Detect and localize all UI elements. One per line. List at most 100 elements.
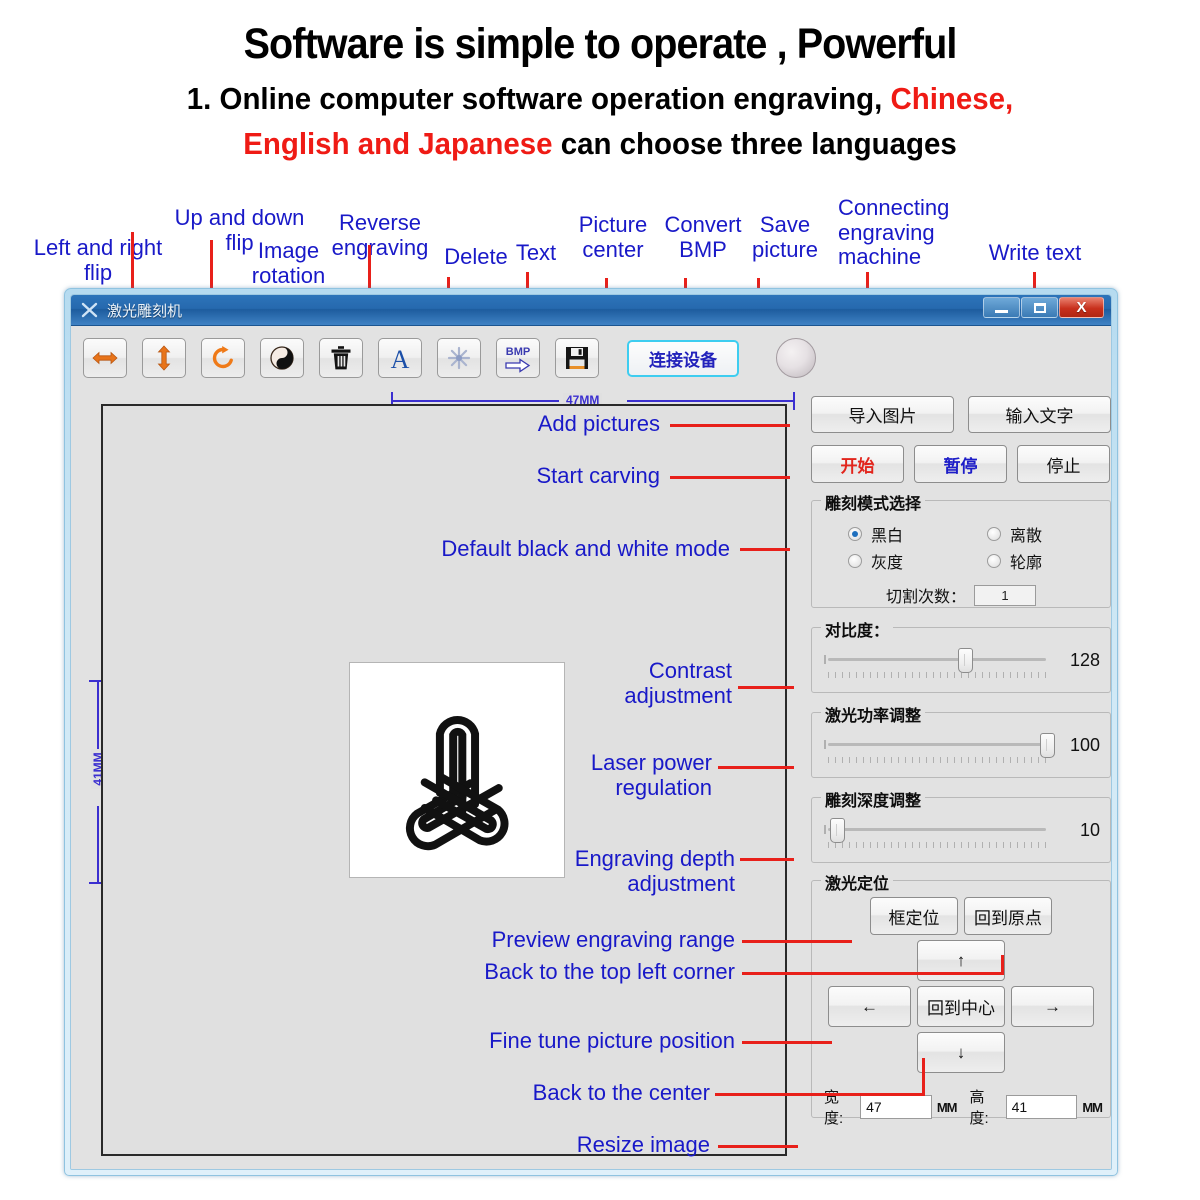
app-logo-icon bbox=[80, 300, 100, 320]
move-down-button[interactable]: ↓ bbox=[917, 1032, 1005, 1073]
subtitle-red-2: English and Japanese bbox=[243, 126, 553, 162]
laser-power-track[interactable] bbox=[824, 740, 1046, 749]
move-left-button[interactable]: ← bbox=[828, 986, 911, 1027]
convert-bmp-button[interactable]: BMP bbox=[496, 338, 540, 378]
annotation-text: Text bbox=[515, 240, 557, 265]
pointer-line-back-center bbox=[715, 1093, 925, 1096]
mode-radio-row-2: 灰度 轮廓 bbox=[822, 549, 1100, 573]
dpad-row-down: ↓ bbox=[820, 1032, 1102, 1073]
pointer-line-add-pictures bbox=[670, 424, 790, 427]
laser-power-thumb[interactable] bbox=[1039, 733, 1055, 758]
laser-power-slider[interactable]: 100 bbox=[812, 713, 1110, 777]
flip-vertical-icon bbox=[157, 345, 171, 371]
dpad-row-middle: ← 回到中心 → bbox=[820, 986, 1102, 1027]
contrast-ticks bbox=[828, 672, 1046, 678]
flip-vertical-button[interactable] bbox=[142, 338, 186, 378]
annotation-connecting-machine: Connecting engraving machine bbox=[838, 195, 950, 270]
close-button[interactable]: X bbox=[1059, 297, 1104, 318]
minimize-button[interactable] bbox=[983, 297, 1020, 318]
return-origin-label: 回到原点 bbox=[974, 908, 1042, 928]
width-input-value: 47 bbox=[866, 1099, 882, 1115]
frame-position-label: 框定位 bbox=[888, 908, 940, 928]
pointer-line-fine-tune bbox=[742, 1041, 832, 1044]
text-button[interactable]: A bbox=[378, 338, 422, 378]
reverse-engraving-button[interactable] bbox=[260, 338, 304, 378]
mode-radio-row-1: 黑白 离散 bbox=[822, 522, 1100, 546]
annotation-save-picture: Save picture bbox=[751, 212, 819, 262]
laser-positioning-group: 激光定位 框定位 回到原点 ↑ ← 回到中心 → ↓ 宽度: 47 MM 高度:… bbox=[811, 870, 1111, 1127]
annotation-top-left-corner: Back to the top left corner bbox=[484, 959, 735, 984]
delete-button[interactable] bbox=[319, 338, 363, 378]
width-unit: MM bbox=[936, 1099, 958, 1115]
annotation-fine-tune: Fine tune picture position bbox=[489, 1028, 735, 1053]
rotate-icon bbox=[212, 346, 233, 369]
cut-count-input[interactable]: 1 bbox=[974, 584, 1036, 606]
laser-positioning-title: 激光定位 bbox=[821, 870, 894, 894]
radio-gray-icon[interactable] bbox=[848, 554, 862, 568]
import-row: 导入图片 输入文字 bbox=[811, 396, 1111, 433]
arrow-up-icon: ↑ bbox=[956, 950, 966, 970]
headline-block: Software is simple to operate , Powerful… bbox=[0, 0, 1200, 167]
window-title-bar[interactable]: 激光雕刻机 X bbox=[71, 295, 1111, 326]
pointer-line-top-left-corner-vert bbox=[1001, 955, 1004, 975]
mode-option-dither[interactable]: 离散 bbox=[961, 522, 1100, 546]
frame-position-button[interactable]: 框定位 bbox=[870, 897, 958, 935]
radio-bw-icon[interactable] bbox=[848, 527, 862, 541]
letter-a-icon: A bbox=[391, 345, 410, 371]
engrave-mode-group: 雕刻模式选择 黑白 离散 灰度 轮廓 切割次数： 1 bbox=[811, 490, 1111, 608]
contrast-track[interactable] bbox=[824, 655, 1046, 664]
start-label: 开始 bbox=[840, 456, 875, 476]
mode-option-gray[interactable]: 灰度 bbox=[822, 549, 961, 573]
control-panel: 导入图片 输入文字 开始 暂停 停止 雕刻模式选择 黑白 离散 灰度 轮廓 切割… bbox=[811, 390, 1111, 1159]
mode-bw-label: 黑白 bbox=[871, 528, 904, 545]
mode-option-outline[interactable]: 轮廓 bbox=[961, 549, 1100, 573]
engrave-depth-slider[interactable]: 10 bbox=[812, 798, 1110, 862]
center-star-icon bbox=[447, 346, 471, 370]
rotate-button[interactable] bbox=[201, 338, 245, 378]
connect-device-button[interactable]: 连接设备 bbox=[627, 339, 739, 377]
annotation-start-carving: Start carving bbox=[536, 463, 661, 488]
start-button[interactable]: 开始 bbox=[811, 445, 904, 483]
cut-count-value: 1 bbox=[1001, 587, 1009, 603]
annotation-contrast: Contrast adjustment bbox=[624, 658, 732, 708]
annotation-engrave-depth: Engraving depth adjustment bbox=[574, 846, 735, 896]
trash-icon bbox=[331, 346, 351, 370]
arrow-right-icon: → bbox=[1044, 996, 1061, 1016]
contrast-slider[interactable]: 128 bbox=[812, 628, 1110, 692]
height-input[interactable]: 41 bbox=[1005, 1095, 1078, 1119]
subtitle-part-2: can choose three languages bbox=[552, 126, 957, 162]
mode-option-bw[interactable]: 黑白 bbox=[822, 522, 961, 546]
engrave-depth-value: 10 bbox=[1079, 820, 1100, 840]
flip-horizontal-button[interactable] bbox=[83, 338, 127, 378]
page-subtitle: 1. Online computer software operation en… bbox=[30, 77, 1170, 167]
picture-center-button[interactable] bbox=[437, 338, 481, 378]
engrave-depth-track[interactable] bbox=[824, 825, 1046, 834]
svg-text:A: A bbox=[391, 345, 410, 371]
pointer-line-laser-power bbox=[718, 766, 794, 769]
pause-button[interactable]: 暂停 bbox=[914, 445, 1007, 483]
pointer-line-contrast bbox=[738, 686, 794, 689]
height-input-value: 41 bbox=[1011, 1099, 1028, 1115]
engrave-mode-title: 雕刻模式选择 bbox=[821, 490, 926, 514]
laser-power-ticks bbox=[828, 757, 1046, 763]
save-button[interactable] bbox=[555, 338, 599, 378]
radio-outline-icon[interactable] bbox=[987, 554, 1001, 568]
bmp-icon: BMP bbox=[505, 346, 530, 373]
stop-button[interactable]: 停止 bbox=[1017, 445, 1110, 483]
annotation-write-text: Write text bbox=[988, 240, 1082, 265]
move-right-button[interactable]: → bbox=[1011, 986, 1094, 1027]
import-picture-button[interactable]: 导入图片 bbox=[811, 396, 954, 433]
engrave-depth-thumb[interactable] bbox=[829, 818, 845, 843]
contrast-thumb[interactable] bbox=[958, 648, 974, 673]
return-origin-button[interactable]: 回到原点 bbox=[964, 897, 1052, 935]
pointer-line-bw-mode bbox=[740, 548, 790, 551]
annotation-preview-range: Preview engraving range bbox=[491, 927, 735, 952]
radio-dither-icon[interactable] bbox=[987, 527, 1001, 541]
maximize-button[interactable] bbox=[1021, 297, 1058, 318]
input-text-button[interactable]: 输入文字 bbox=[968, 396, 1111, 433]
width-input[interactable]: 47 bbox=[860, 1095, 932, 1119]
annotation-delete: Delete bbox=[444, 244, 508, 269]
height-field-label: 高度: bbox=[969, 1089, 989, 1127]
return-center-button[interactable]: 回到中心 bbox=[917, 986, 1005, 1027]
annotation-convert-bmp: Convert BMP bbox=[664, 212, 742, 262]
